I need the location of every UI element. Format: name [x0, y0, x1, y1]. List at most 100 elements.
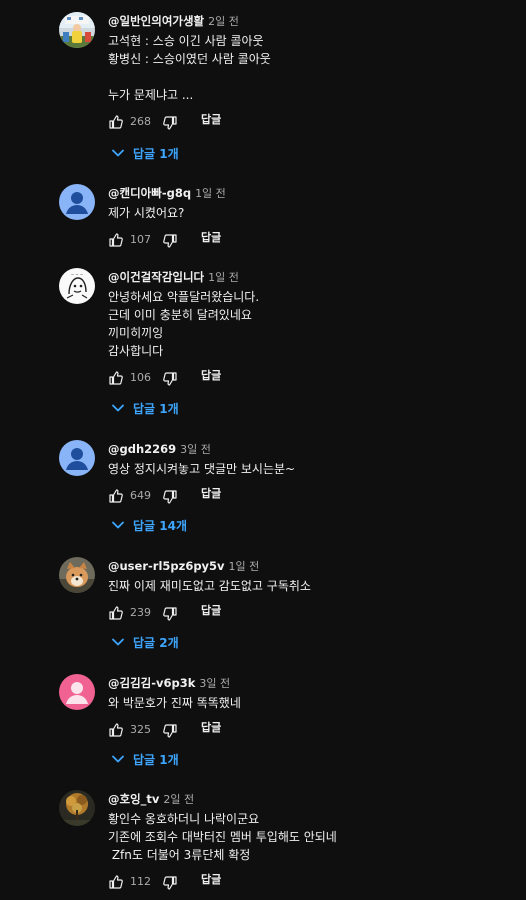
- reply-button[interactable]: 답글: [201, 368, 221, 384]
- view-replies-button[interactable]: 답글 14개: [111, 517, 187, 535]
- replies-count-label: 답글 1개: [133, 147, 179, 161]
- comment-text: 고석현 : 스승 이긴 사람 콜아웃 황병신 : 스승이였던 사람 콜아웃 누가…: [108, 34, 271, 102]
- like-count: 239: [130, 606, 151, 619]
- comment-author[interactable]: @김김김-v6p3k: [108, 676, 195, 690]
- dislike-button[interactable]: [162, 115, 178, 131]
- comment-header: @캔디아빠-g8q 1일 전: [108, 184, 226, 200]
- comment-actions: 649 답글: [108, 486, 308, 508]
- view-replies-button[interactable]: 답글 1개: [111, 145, 179, 163]
- default-user-avatar-pink-icon: [59, 674, 95, 710]
- reply-button[interactable]: 답글: [201, 230, 221, 246]
- comment-text: 와 박문호가 진짜 똑똑했네: [108, 696, 241, 710]
- comment-time[interactable]: 2일 전: [163, 793, 194, 806]
- thumbs-down-icon: [163, 372, 177, 386]
- dislike-button[interactable]: [162, 723, 178, 739]
- avatar[interactable]: ~ ~ ~: [59, 268, 95, 304]
- comment-time[interactable]: 3일 전: [180, 443, 211, 456]
- dog-photo-avatar-icon: [59, 557, 95, 593]
- svg-text:~ ~ ~: ~ ~ ~: [71, 272, 84, 277]
- comment-text: 황인수 옹호하더니 나락이군요 기존에 조회수 대박터진 멤버 투입해도 안되네…: [108, 812, 337, 862]
- comment-author[interactable]: @user-rl5pz6py5v: [108, 559, 225, 573]
- comment-actions: 268 답글: [108, 112, 308, 134]
- reply-button[interactable]: 답글: [201, 720, 221, 736]
- like-count: 649: [130, 489, 151, 502]
- like-button[interactable]: [108, 874, 124, 890]
- comment-author[interactable]: @일반인의여가생활: [108, 14, 204, 28]
- tree-photo-avatar-icon: [59, 790, 95, 826]
- thumbs-up-icon: [109, 875, 123, 889]
- like-count: 112: [130, 875, 151, 888]
- dislike-button[interactable]: [162, 233, 178, 249]
- comment-actions: 325 답글: [108, 720, 308, 742]
- reply-button[interactable]: 답글: [201, 603, 221, 619]
- dislike-button[interactable]: [162, 875, 178, 891]
- comment-time[interactable]: 1일 전: [229, 560, 260, 573]
- replies-count-label: 답글 1개: [133, 753, 179, 767]
- comment-header: @gdh2269 3일 전: [108, 440, 211, 456]
- comment-list: @일반인의여가생활 2일 전 고석현 : 스승 이긴 사람 콜아웃 황병신 : 스…: [0, 0, 526, 900]
- chevron-down-icon: [112, 638, 124, 646]
- thumbs-up-icon: [109, 723, 123, 737]
- view-replies-button[interactable]: 답글 2개: [111, 634, 179, 652]
- thumbs-up-icon: [109, 233, 123, 247]
- reply-button[interactable]: 답글: [201, 112, 221, 128]
- comment-text: 제가 시켰어요?: [108, 206, 185, 220]
- avatar[interactable]: [59, 557, 95, 593]
- thumbs-down-icon: [163, 724, 177, 738]
- comment-time[interactable]: 3일 전: [199, 677, 230, 690]
- comment-time[interactable]: 1일 전: [208, 271, 239, 284]
- chevron-down-icon: [112, 755, 124, 763]
- comment-text: 영상 정지시켜놓고 댓글만 보시는분~: [108, 462, 296, 476]
- comment-actions: 239 답글: [108, 603, 308, 625]
- comment-actions: 112 답글: [108, 872, 308, 894]
- comment-author[interactable]: @이건걸작감입니다: [108, 270, 204, 284]
- like-count: 268: [130, 115, 151, 128]
- comment-header: @user-rl5pz6py5v 1일 전: [108, 557, 259, 573]
- dislike-button[interactable]: [162, 371, 178, 387]
- avatar[interactable]: [59, 790, 95, 826]
- avatar[interactable]: [59, 12, 95, 48]
- comment-text: 진짜 이제 재미도없고 감도없고 구독취소: [108, 579, 311, 593]
- dislike-button[interactable]: [162, 489, 178, 505]
- view-replies-button[interactable]: 답글 1개: [111, 751, 179, 769]
- like-button[interactable]: [108, 488, 124, 504]
- thumbs-up-icon: [109, 115, 123, 129]
- thumbs-up-icon: [109, 489, 123, 503]
- thumbs-up-icon: [109, 371, 123, 385]
- comment-actions: 106 답글: [108, 368, 308, 390]
- like-button[interactable]: [108, 722, 124, 738]
- reply-button[interactable]: 답글: [201, 486, 221, 502]
- comment-time[interactable]: 2일 전: [208, 15, 239, 28]
- replies-count-label: 답글 14개: [133, 519, 187, 533]
- drawing-avatar-icon: ~ ~ ~: [59, 268, 95, 304]
- thumbs-down-icon: [163, 607, 177, 621]
- reply-button[interactable]: 답글: [201, 872, 221, 888]
- thumbs-down-icon: [163, 116, 177, 130]
- avatar[interactable]: [59, 440, 95, 476]
- default-user-avatar-icon: [59, 184, 95, 220]
- thumbs-down-icon: [163, 490, 177, 504]
- like-button[interactable]: [108, 232, 124, 248]
- comment-time[interactable]: 1일 전: [195, 187, 226, 200]
- like-count: 107: [130, 233, 151, 246]
- comment-text: 안녕하세요 악플달러왔습니다. 근데 이미 충분히 달려있네요 끼미히끼잉 감사…: [108, 290, 260, 358]
- avatar[interactable]: [59, 674, 95, 710]
- comment-header: @이건걸작감입니다 1일 전: [108, 268, 239, 284]
- like-button[interactable]: [108, 114, 124, 130]
- replies-count-label: 답글 1개: [133, 402, 179, 416]
- view-replies-button[interactable]: 답글 1개: [111, 400, 179, 418]
- comment-author[interactable]: @gdh2269: [108, 442, 176, 456]
- comment-header: @일반인의여가생활 2일 전: [108, 12, 239, 28]
- comment-author[interactable]: @호잉_tv: [108, 792, 159, 806]
- like-button[interactable]: [108, 370, 124, 386]
- thumbs-down-icon: [163, 876, 177, 890]
- like-count: 325: [130, 723, 151, 736]
- like-count: 106: [130, 371, 151, 384]
- thumbs-up-icon: [109, 606, 123, 620]
- comment-header: @호잉_tv 2일 전: [108, 790, 194, 806]
- comment-author[interactable]: @캔디아빠-g8q: [108, 186, 191, 200]
- avatar[interactable]: [59, 184, 95, 220]
- like-button[interactable]: [108, 605, 124, 621]
- dislike-button[interactable]: [162, 606, 178, 622]
- comment-actions: 107 답글: [108, 230, 308, 252]
